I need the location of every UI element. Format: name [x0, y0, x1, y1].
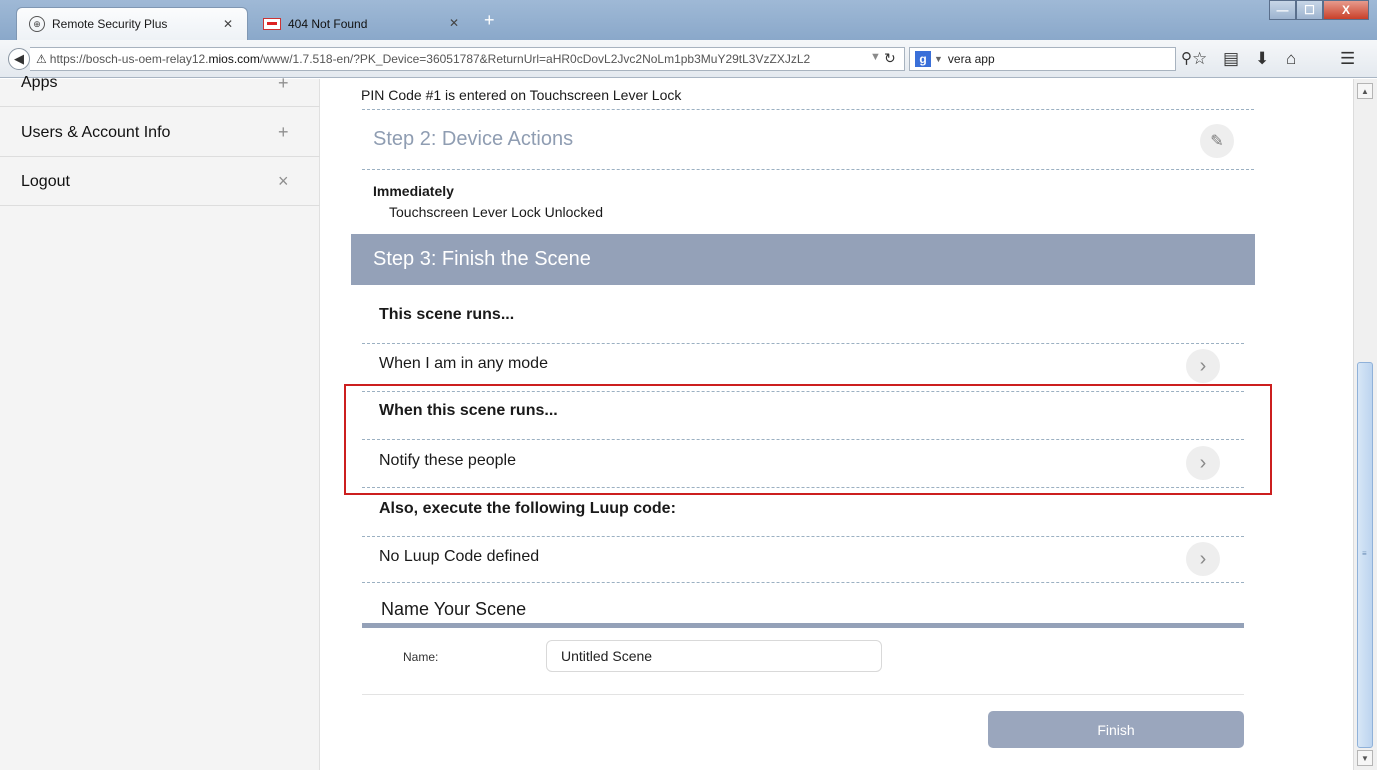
sidebar-item-label: Apps — [21, 74, 58, 91]
plus-icon[interactable]: + — [278, 122, 289, 143]
sidebar-item-label: Logout — [21, 172, 70, 190]
close-icon[interactable]: ✕ — [223, 17, 233, 31]
bookmark-star-icon[interactable]: ☆ — [1192, 49, 1207, 69]
search-engine-dropdown-icon[interactable]: ▼ — [934, 54, 943, 64]
scene-name-input[interactable] — [546, 640, 882, 672]
luup-row-label: No Luup Code defined — [379, 548, 540, 565]
scroll-down-arrow-icon[interactable]: ▼ — [1357, 750, 1373, 766]
window-controls: — ☐ X — [1269, 0, 1369, 20]
url-suffix: /www/1.7.518-en/?PK_Device=36051787&Retu… — [259, 52, 811, 66]
notify-row-label: Notify these people — [379, 452, 516, 469]
scroll-up-arrow-icon[interactable]: ▲ — [1357, 83, 1373, 99]
reload-icon[interactable]: ↻ — [884, 50, 896, 67]
url-dropdown-icon[interactable]: ▼ — [870, 51, 881, 63]
chevron-right-icon[interactable]: › — [1186, 446, 1220, 480]
sidebar: Apps + Users & Account Info + Logout × — [0, 73, 320, 770]
reading-list-icon[interactable]: ▤ — [1223, 49, 1239, 69]
sidebar-item-users-account-info[interactable]: Users & Account Info + — [0, 109, 320, 157]
chevron-right-icon[interactable]: › — [1186, 542, 1220, 576]
runs-heading: This scene runs... — [379, 306, 515, 323]
search-input[interactable]: vera app — [948, 52, 995, 66]
menu-icon[interactable]: ☰ — [1340, 49, 1355, 69]
name-section-title: Name Your Scene — [381, 599, 527, 619]
close-window-button[interactable]: X — [1323, 0, 1369, 20]
sidebar-item-apps[interactable]: Apps + — [0, 61, 320, 107]
grip-icon: ≡ — [1362, 549, 1367, 558]
edit-pencil-icon[interactable]: ✎ — [1200, 124, 1234, 158]
notify-row[interactable]: Notify these people › — [362, 440, 1244, 484]
sidebar-item-label: Users & Account Info — [21, 123, 171, 141]
tab-title: 404 Not Found — [288, 16, 368, 31]
mode-row-label: When I am in any mode — [379, 355, 548, 372]
luup-heading: Also, execute the following Luup code: — [379, 500, 676, 517]
tab-remote-security-plus[interactable]: ⊕ Remote Security Plus ✕ — [16, 7, 248, 40]
scroll-thumb[interactable]: ≡ — [1357, 362, 1373, 748]
tab-404-not-found[interactable]: 404 Not Found ✕ — [251, 7, 473, 40]
vertical-scrollbar[interactable]: ▲ ≡ ▼ — [1353, 79, 1377, 770]
name-label: Name: — [403, 650, 439, 664]
divider — [362, 109, 1254, 110]
step3-title: Step 3: Finish the Scene — [373, 248, 591, 270]
google-icon[interactable]: g — [915, 51, 931, 67]
sidebar-item-logout[interactable]: Logout × — [0, 158, 320, 206]
step3-header: Step 3: Finish the Scene — [351, 234, 1255, 285]
scene-editor: PIN Code #1 is entered on Touchscreen Le… — [320, 79, 1353, 770]
trigger-summary: PIN Code #1 is entered on Touchscreen Le… — [361, 87, 682, 103]
new-tab-button[interactable]: + — [484, 10, 495, 31]
browser-titlebar: ⊕ Remote Security Plus ✕ 404 Not Found ✕… — [0, 0, 1377, 40]
download-icon[interactable]: ⬇ — [1255, 49, 1269, 69]
divider — [362, 169, 1254, 170]
when-heading: When this scene runs... — [379, 402, 558, 419]
home-icon[interactable]: ⌂ — [1286, 49, 1296, 69]
divider — [362, 582, 1244, 583]
tab-title: Remote Security Plus — [52, 17, 168, 31]
close-icon[interactable]: ✕ — [449, 16, 459, 30]
finish-button[interactable]: Finish — [988, 711, 1244, 748]
divider — [362, 694, 1244, 695]
mode-row[interactable]: When I am in any mode › — [362, 344, 1244, 388]
search-bar[interactable]: g ▼ vera app — [909, 47, 1176, 71]
minimize-button[interactable]: — — [1269, 0, 1296, 20]
maximize-button[interactable]: ☐ — [1296, 0, 1323, 20]
plus-icon[interactable]: + — [278, 73, 289, 94]
chevron-right-icon[interactable]: › — [1186, 349, 1220, 383]
step2-timing: Immediately — [373, 183, 454, 199]
bosch-favicon-icon: ⊕ — [29, 16, 45, 32]
step2-action: Touchscreen Lever Lock Unlocked — [389, 204, 604, 220]
name-section-bar — [362, 623, 1244, 628]
divider — [362, 487, 1244, 488]
close-icon[interactable]: × — [278, 171, 289, 192]
step2-title: Step 2: Device Actions — [373, 128, 574, 150]
luup-row[interactable]: No Luup Code defined › — [362, 537, 1244, 581]
search-icon[interactable]: ⚲ — [1181, 49, 1192, 67]
bosch-logo-icon — [263, 17, 281, 30]
